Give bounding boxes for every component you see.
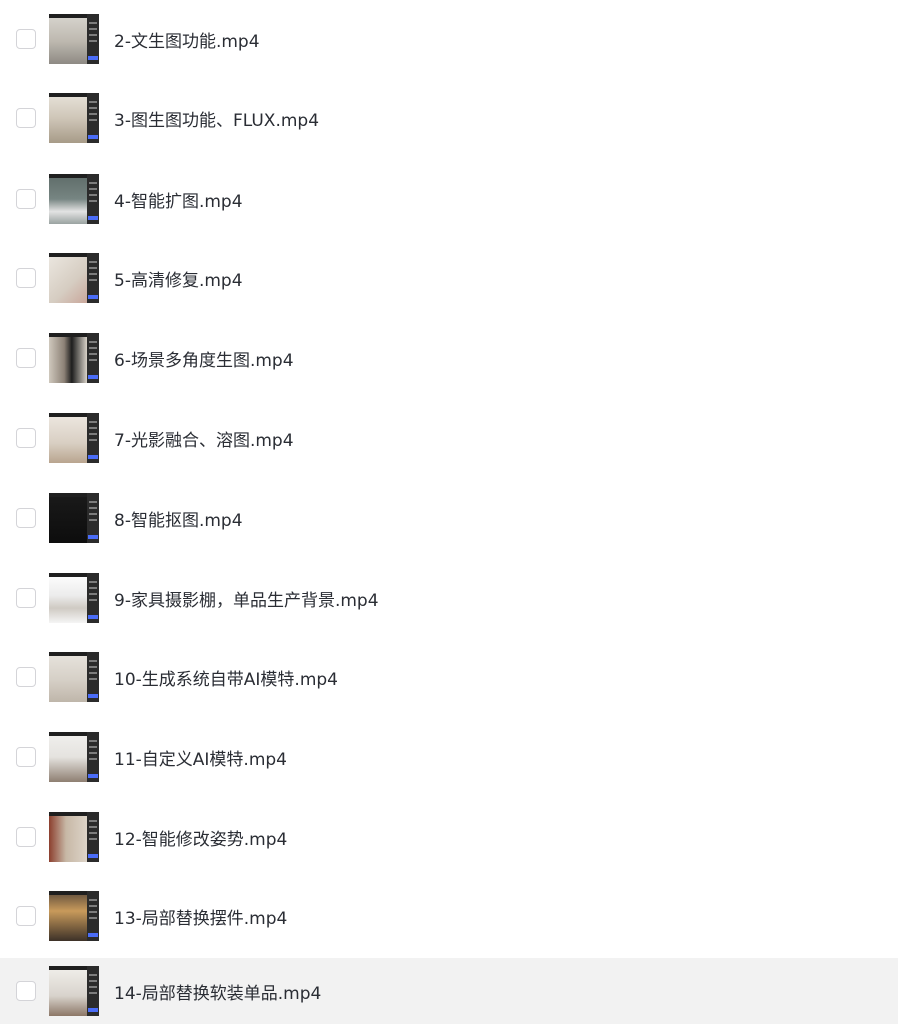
file-name[interactable]: 11-自定义AI模特.mp4	[114, 745, 287, 770]
file-name[interactable]: 14-局部替换软装单品.mp4	[114, 979, 321, 1004]
video-thumbnail[interactable]	[49, 493, 99, 543]
list-item[interactable]: 3-图生图功能、FLUX.mp4	[0, 85, 898, 151]
select-checkbox[interactable]	[16, 508, 36, 528]
file-name[interactable]: 9-家具摄影棚，单品生产背景.mp4	[114, 586, 379, 611]
video-thumbnail[interactable]	[49, 966, 99, 1016]
video-thumbnail[interactable]	[49, 253, 99, 303]
list-item[interactable]: 14-局部替换软装单品.mp4	[0, 958, 898, 1024]
list-item[interactable]: 8-智能抠图.mp4	[0, 485, 898, 551]
select-checkbox[interactable]	[16, 108, 36, 128]
list-item[interactable]: 6-场景多角度生图.mp4	[0, 325, 898, 391]
file-name[interactable]: 10-生成系统自带AI模特.mp4	[114, 665, 338, 690]
select-checkbox[interactable]	[16, 667, 36, 687]
list-item[interactable]: 10-生成系统自带AI模特.mp4	[0, 644, 898, 710]
list-item[interactable]: 12-智能修改姿势.mp4	[0, 804, 898, 870]
file-name[interactable]: 12-智能修改姿势.mp4	[114, 825, 287, 850]
list-item[interactable]: 2-文生图功能.mp4	[0, 6, 898, 72]
select-checkbox[interactable]	[16, 981, 36, 1001]
list-item[interactable]: 4-智能扩图.mp4	[0, 166, 898, 232]
video-thumbnail[interactable]	[49, 93, 99, 143]
select-checkbox[interactable]	[16, 827, 36, 847]
select-checkbox[interactable]	[16, 189, 36, 209]
file-name[interactable]: 6-场景多角度生图.mp4	[114, 346, 294, 371]
select-checkbox[interactable]	[16, 428, 36, 448]
file-name[interactable]: 5-高清修复.mp4	[114, 266, 243, 291]
file-name[interactable]: 13-局部替换摆件.mp4	[114, 904, 287, 929]
select-checkbox[interactable]	[16, 588, 36, 608]
list-item[interactable]: 9-家具摄影棚，单品生产背景.mp4	[0, 565, 898, 631]
list-item[interactable]: 13-局部替换摆件.mp4	[0, 883, 898, 949]
file-name[interactable]: 8-智能抠图.mp4	[114, 506, 243, 531]
select-checkbox[interactable]	[16, 268, 36, 288]
video-thumbnail[interactable]	[49, 413, 99, 463]
file-name[interactable]: 2-文生图功能.mp4	[114, 27, 260, 52]
video-thumbnail[interactable]	[49, 652, 99, 702]
list-item[interactable]: 11-自定义AI模特.mp4	[0, 724, 898, 790]
file-name[interactable]: 4-智能扩图.mp4	[114, 187, 243, 212]
video-thumbnail[interactable]	[49, 891, 99, 941]
video-thumbnail[interactable]	[49, 812, 99, 862]
select-checkbox[interactable]	[16, 348, 36, 368]
video-thumbnail[interactable]	[49, 333, 99, 383]
file-list: 2-文生图功能.mp4 3-图生图功能、FLUX.mp4 4-智能扩图.mp4 …	[0, 0, 898, 1024]
file-name[interactable]: 3-图生图功能、FLUX.mp4	[114, 106, 319, 131]
video-thumbnail[interactable]	[49, 573, 99, 623]
select-checkbox[interactable]	[16, 906, 36, 926]
file-name[interactable]: 7-光影融合、溶图.mp4	[114, 426, 294, 451]
select-checkbox[interactable]	[16, 747, 36, 767]
video-thumbnail[interactable]	[49, 732, 99, 782]
video-thumbnail[interactable]	[49, 14, 99, 64]
select-checkbox[interactable]	[16, 29, 36, 49]
video-thumbnail[interactable]	[49, 174, 99, 224]
list-item[interactable]: 5-高清修复.mp4	[0, 245, 898, 311]
list-item[interactable]: 7-光影融合、溶图.mp4	[0, 405, 898, 471]
